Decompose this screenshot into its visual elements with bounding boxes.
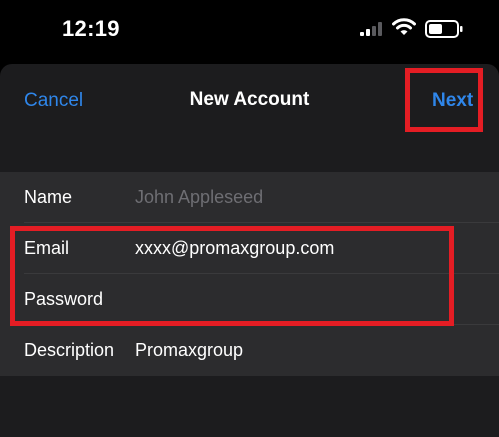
next-highlight-box [405,68,483,132]
battery-icon [425,20,463,38]
name-row[interactable]: Name John Appleseed [0,172,499,223]
status-bar: 12:19 [0,0,499,64]
wifi-icon [392,18,416,35]
status-time: 12:19 [62,16,120,41]
description-field[interactable]: Promaxgroup [135,340,243,361]
name-field[interactable]: John Appleseed [135,187,263,208]
credentials-highlight-box [10,226,454,326]
cellular-signal-icon [360,22,382,36]
description-row[interactable]: Description Promaxgroup [0,325,499,376]
name-label: Name [24,187,73,207]
description-label: Description [24,340,115,360]
